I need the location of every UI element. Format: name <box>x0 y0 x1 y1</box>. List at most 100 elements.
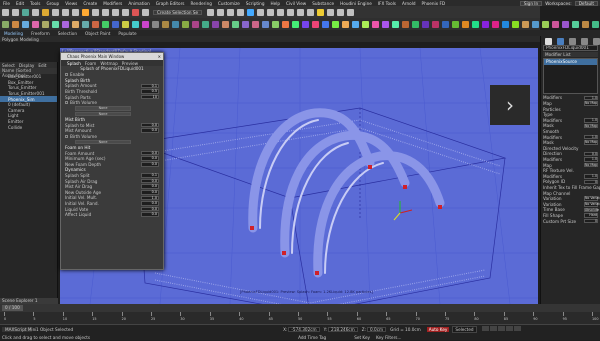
next-frame-icon[interactable] <box>505 326 513 331</box>
rollout-tab-foam[interactable]: Foam <box>85 61 96 66</box>
param-value[interactable]: No Variation <box>584 196 600 201</box>
toolbar-icon[interactable] <box>326 8 334 16</box>
param-spinner[interactable]: 0.0 <box>141 162 159 167</box>
toolbar-icon[interactable] <box>371 20 379 28</box>
toolbar-icon[interactable] <box>491 20 499 28</box>
menu-item-edit[interactable]: Edit <box>13 1 27 6</box>
go-end-icon[interactable] <box>513 326 521 331</box>
toolbar-icon[interactable] <box>31 20 39 28</box>
menu-item-modifiers[interactable]: Modifiers <box>100 1 125 6</box>
toolbar-icon[interactable] <box>331 20 339 28</box>
menu-item-substance[interactable]: Substance <box>309 1 337 6</box>
toolbar-icon[interactable] <box>221 20 229 28</box>
toolbar-icon[interactable] <box>251 20 259 28</box>
toolbar-icon[interactable] <box>236 8 244 16</box>
toolbar-icon[interactable] <box>101 20 109 28</box>
menu-item-file[interactable]: File <box>0 1 13 6</box>
timeline-ruler[interactable]: 0 5 10 15 20 25 30 35 40 45 50 55 60 65 70 75 80 85 90 95 10… <box>0 312 600 324</box>
menu-item-create[interactable]: Create <box>80 1 100 6</box>
toolbar-icon[interactable] <box>461 20 469 28</box>
toolbar-icon[interactable] <box>151 20 159 28</box>
selected-dropdown[interactable]: Selected <box>452 325 477 333</box>
toolbar-icon[interactable] <box>471 20 479 28</box>
toolbar-icon[interactable] <box>561 20 569 28</box>
modifier-stack-item[interactable]: PhoenixSource <box>544 59 597 65</box>
toolbar-icon[interactable] <box>521 20 529 28</box>
motion-tab-icon[interactable] <box>580 38 588 45</box>
menu-item-tools[interactable]: Tools <box>27 1 43 6</box>
menu-item-arnold[interactable]: Arnold <box>399 1 419 6</box>
viewcube-play-icon[interactable]: › <box>490 85 530 125</box>
toolbar-icon[interactable] <box>591 20 599 28</box>
time-slider[interactable]: 0 / 100 <box>0 304 600 312</box>
key-filters-button[interactable]: Key Filters... <box>376 335 401 340</box>
toolbar-icon[interactable] <box>51 20 59 28</box>
param-value[interactable]: 1.0 <box>584 157 598 162</box>
param-value[interactable]: No Map <box>584 162 598 168</box>
toolbar-icon[interactable] <box>41 20 49 28</box>
param-spinner[interactable]: 0.0 <box>141 122 159 128</box>
rollout-tab-preview[interactable]: Preview <box>122 61 138 66</box>
ribbon-tab-modeling[interactable]: Modeling <box>0 31 27 36</box>
menu-item-scripting[interactable]: Scripting <box>243 1 268 6</box>
param-value[interactable]: No Map <box>584 140 598 145</box>
toolbar-icon[interactable] <box>171 20 179 28</box>
param-spinner[interactable]: 0.0 <box>141 156 159 161</box>
time-slider-handle[interactable]: 0 / 100 <box>2 305 23 311</box>
param-spinner[interactable]: 0.1 <box>141 83 159 89</box>
toolbar-icon[interactable] <box>31 8 39 16</box>
toolbar-icon[interactable] <box>441 20 449 28</box>
create-tab-icon[interactable] <box>544 38 552 45</box>
ribbon-tab-freeform[interactable]: Freeform <box>27 31 54 36</box>
param-spinner[interactable]: 10 <box>141 94 159 100</box>
menu-item-help[interactable]: Help <box>268 1 284 6</box>
toolbar-icon[interactable] <box>206 8 214 16</box>
toolbar-icon[interactable] <box>531 20 539 28</box>
toolbar-icon[interactable] <box>246 8 254 16</box>
param-value[interactable]: 0.0 <box>584 151 598 157</box>
coord-y-field[interactable]: 218.246cm <box>328 326 358 332</box>
param-value[interactable]: 1.0 <box>584 95 598 101</box>
toolbar-icon[interactable] <box>131 8 139 16</box>
param-value[interactable]: No Variation <box>584 202 600 207</box>
workspace-dropdown[interactable]: Default <box>574 0 598 6</box>
sign-in-dropdown[interactable]: Sign In <box>519 0 543 6</box>
toolbar-icon[interactable] <box>311 20 319 28</box>
toolbar-icon[interactable] <box>101 8 109 16</box>
toolbar-icon[interactable] <box>121 8 129 16</box>
toolbar-icon[interactable] <box>21 20 29 28</box>
param-button[interactable]: None <box>75 106 131 111</box>
toolbar-icon[interactable] <box>381 20 389 28</box>
param-button[interactable]: None <box>75 111 131 117</box>
set-key-button[interactable]: Set Key <box>354 335 370 340</box>
toolbar-icon[interactable] <box>141 8 149 16</box>
toolbar-icon[interactable] <box>391 20 399 28</box>
toolbar-icon[interactable] <box>81 8 89 16</box>
toolbar-icon[interactable] <box>551 20 559 28</box>
toolbar-icon[interactable] <box>296 8 304 16</box>
param-spinner[interactable]: 0.0 <box>141 128 159 133</box>
param-value[interactable]: No Map <box>584 123 598 129</box>
toolbar-icon[interactable] <box>161 20 169 28</box>
toolbar-icon[interactable] <box>1 8 9 16</box>
toolbar-icon[interactable] <box>201 20 209 28</box>
ribbon-tab-object-paint[interactable]: Object Paint <box>81 31 114 36</box>
toolbar-icon[interactable] <box>511 20 519 28</box>
prev-frame-icon[interactable] <box>489 326 497 331</box>
toolbar-icon[interactable] <box>481 20 489 28</box>
toolbar-icon[interactable] <box>1 20 9 28</box>
param-spinner[interactable]: 1.0 <box>141 195 159 201</box>
param-value[interactable]: 1.0 <box>584 118 598 123</box>
toolbar-icon[interactable] <box>216 8 224 16</box>
toolbar-icon[interactable] <box>41 8 49 16</box>
param-value[interactable]: 1.0 <box>584 174 598 179</box>
toolbar-icon[interactable] <box>231 20 239 28</box>
coord-x-field[interactable]: -574.302cm <box>288 326 320 332</box>
param-value[interactable]: Absolute <box>584 207 599 213</box>
toolbar-icon[interactable] <box>431 20 439 28</box>
window-titlebar[interactable]: Chaos Phoenix Main Window ✕ <box>61 53 163 60</box>
toolbar-icon[interactable] <box>81 20 89 28</box>
menu-item-civil-view[interactable]: Civil View <box>283 1 309 6</box>
toolbar-icon[interactable] <box>501 20 509 28</box>
menu-item-views[interactable]: Views <box>62 1 80 6</box>
